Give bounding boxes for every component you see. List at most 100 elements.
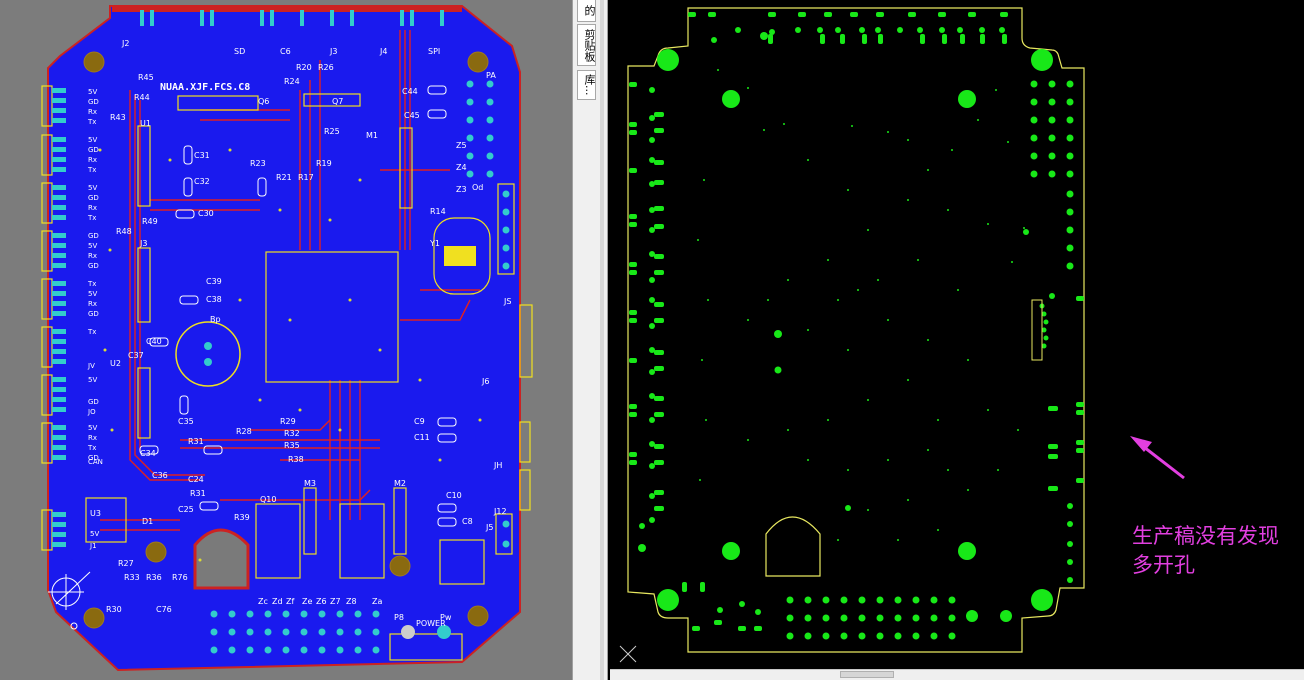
edge-label: Rx — [88, 252, 97, 260]
edge-label: JV — [87, 362, 95, 370]
label-c76: C76 — [156, 605, 172, 614]
edge-label: 5V — [88, 290, 97, 298]
label-bp: Bp — [210, 315, 221, 324]
label-c40: C40 — [146, 337, 162, 346]
edge-label: Rx — [88, 434, 97, 442]
pcb-board-body — [47, 5, 521, 672]
label-r31: R31 — [188, 437, 204, 446]
label-r30: R30 — [106, 605, 122, 614]
label-r24: R24 — [284, 77, 300, 86]
label-c25: C25 — [178, 505, 194, 514]
edge-label: 5V — [88, 184, 97, 192]
label-r20: R20 — [296, 63, 312, 72]
label-r48: R48 — [116, 227, 132, 236]
label-r26: R26 — [318, 63, 334, 72]
board-cutout — [193, 528, 250, 590]
label-r31b: R31 — [190, 489, 206, 498]
label-j3: J3 — [329, 47, 337, 56]
label-r19: R19 — [316, 159, 332, 168]
label-z8: Z8 — [346, 597, 357, 606]
scrollbar-thumb[interactable] — [840, 671, 894, 678]
label-p8: P8 — [394, 613, 404, 622]
label-jh: JH — [493, 461, 502, 470]
label-c30: C30 — [198, 209, 214, 218]
edge-label: GD — [88, 398, 99, 406]
edge-label: Tx — [87, 166, 96, 174]
label-za: Za — [372, 597, 382, 606]
label-zf: Zf — [286, 597, 294, 606]
edge-label: GD — [88, 232, 99, 240]
edge-label: Rx — [88, 300, 97, 308]
label-c39: C39 — [206, 277, 222, 286]
label-r17: R17 — [298, 173, 314, 182]
label-j4: J4 — [379, 47, 387, 56]
edge-label: Rx — [88, 204, 97, 212]
label-q7: Q7 — [332, 97, 343, 106]
splitter-bar[interactable] — [600, 0, 604, 680]
label-ze: Ze — [302, 597, 312, 606]
label-u1: U1 — [140, 119, 151, 128]
label-r45: R45 — [138, 73, 154, 82]
horizontal-scrollbar[interactable] — [610, 669, 1304, 680]
label-j6: J6 — [481, 377, 489, 386]
label-r49: R49 — [142, 217, 158, 226]
edge-label: GD — [88, 194, 99, 202]
edge-label: 5V — [88, 242, 97, 250]
label-r27: R27 — [118, 559, 134, 568]
side-tab-clipboard[interactable]: 剪贴板 — [577, 24, 596, 66]
side-tab-library[interactable]: 库... — [577, 70, 596, 100]
label-q10: Q10 — [260, 495, 276, 504]
panel-splitter[interactable]: 的 剪贴板 库... — [572, 0, 608, 680]
pcb-layout-view[interactable]: NUAA.XJF.FCS.C8 J2 SD C6 J3 J4 SPI R45 R… — [0, 0, 572, 680]
edge-label: Tx — [87, 444, 96, 452]
label-r44: R44 — [134, 93, 150, 102]
label-r39: R39 — [234, 513, 250, 522]
annotation-line-2: 多开孔 — [1132, 553, 1195, 577]
label-r32: R32 — [284, 429, 300, 438]
label-r28: R28 — [236, 427, 252, 436]
label-c31: C31 — [194, 151, 210, 160]
label-c11: C11 — [414, 433, 430, 442]
edge-label: GD — [88, 98, 99, 106]
label-r38: R38 — [288, 455, 304, 464]
label-y1: Y1 — [429, 239, 440, 248]
label-z5: Z5 — [456, 141, 467, 150]
label-c37: C37 — [128, 351, 144, 360]
label-spi: SPI — [428, 47, 440, 56]
label-r25: R25 — [324, 127, 340, 136]
label-r43: R43 — [110, 113, 126, 122]
label-od: Od — [472, 183, 483, 192]
label-m3: M3 — [304, 479, 316, 488]
label-m2: M2 — [394, 479, 406, 488]
label-z6: Z6 — [316, 597, 327, 606]
label-z3: Z3 — [456, 185, 467, 194]
label-c45: C45 — [404, 111, 420, 120]
edge-label: CAN — [88, 458, 103, 466]
side-tab-0[interactable]: 的 — [577, 0, 596, 22]
label-c34: C34 — [140, 449, 156, 458]
edge-label: 5V — [90, 530, 99, 538]
label-j5: J5 — [485, 523, 493, 532]
edge-label: Rx — [88, 156, 97, 164]
label-r35: R35 — [284, 441, 300, 450]
label-r14: R14 — [430, 207, 446, 216]
annotation-line-1: 生产稿没有发现 — [1132, 524, 1279, 548]
label-j2: J2 — [121, 39, 129, 48]
label-pa: PA — [486, 71, 496, 80]
edge-label: Tx — [87, 214, 96, 222]
label-u2: U2 — [110, 359, 121, 368]
label-m1: M1 — [366, 131, 378, 140]
crystal-pad — [444, 246, 476, 266]
edge-label: JO — [87, 408, 96, 416]
label-u3: U3 — [90, 509, 101, 518]
edge-label: Tx — [87, 280, 96, 288]
label-c9: C9 — [414, 417, 425, 426]
pcb-board-canvas[interactable]: NUAA.XJF.FCS.C8 J2 SD C6 J3 J4 SPI R45 R… — [0, 0, 572, 680]
edge-label: Tx — [87, 328, 96, 336]
label-z7: Z7 — [330, 597, 341, 606]
edge-label: GD — [88, 310, 99, 318]
edge-label: 5V — [88, 136, 97, 144]
label-zd: Zd — [272, 597, 283, 606]
label-j3b: J3 — [139, 239, 147, 248]
label-c36: C36 — [152, 471, 168, 480]
